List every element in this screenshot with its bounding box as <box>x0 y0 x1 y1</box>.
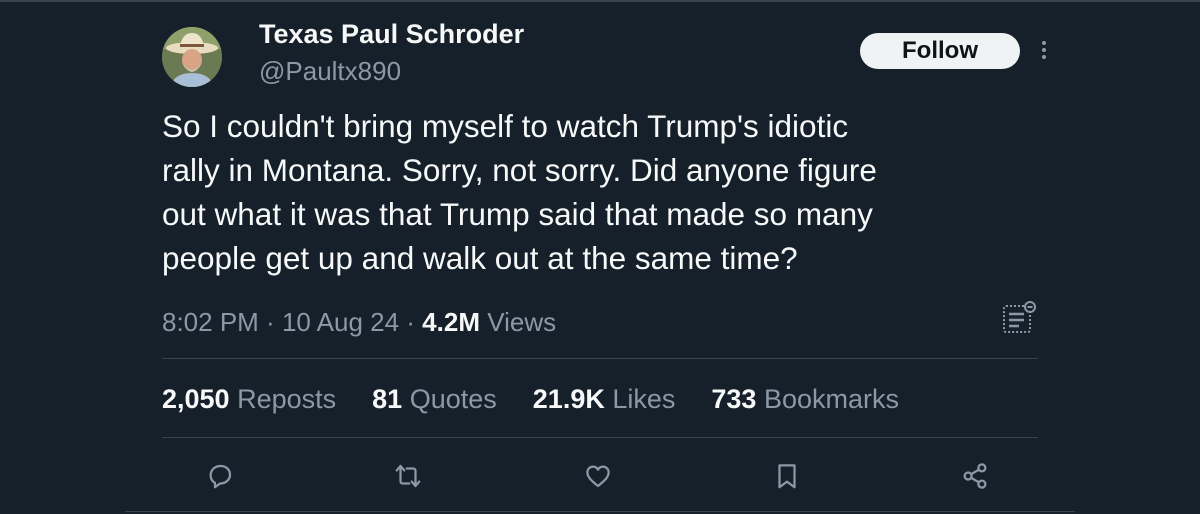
bookmarks-label: Bookmarks <box>763 384 900 414</box>
author-name[interactable]: Texas Paul Schroder <box>259 19 524 50</box>
divider <box>162 437 1038 438</box>
bottom-border <box>125 511 1075 512</box>
tweet-time[interactable]: 8:02 PM <box>162 307 259 337</box>
likes-stat[interactable]: 21.9K Likes <box>533 384 676 415</box>
more-options-icon[interactable] <box>1030 34 1058 66</box>
avatar[interactable] <box>162 27 222 87</box>
engagement-stats: 2,050 Reposts 81 Quotes 21.9K Likes 733 … <box>162 384 899 415</box>
quotes-stat[interactable]: 81 Quotes <box>372 384 497 415</box>
divider <box>162 358 1038 359</box>
follow-button[interactable]: Follow <box>860 33 1020 69</box>
reposts-stat[interactable]: 2,050 Reposts <box>162 384 336 415</box>
separator-dot: · <box>258 307 282 337</box>
top-border <box>0 0 1200 2</box>
bookmarks-stat[interactable]: 733 Bookmarks <box>711 384 899 415</box>
quotes-label: Quotes <box>409 384 497 414</box>
quotes-count: 81 <box>372 384 403 414</box>
views-count: 4.2M <box>422 307 480 337</box>
tweet-metadata: 8:02 PM · 10 Aug 24 · 4.2M Views <box>162 307 556 338</box>
like-icon[interactable] <box>580 458 616 494</box>
analytics-icon[interactable] <box>1000 298 1040 338</box>
likes-count: 21.9K <box>532 384 605 414</box>
share-icon[interactable] <box>957 458 993 494</box>
avatar-image <box>162 27 222 87</box>
author-handle[interactable]: @Paultx890 <box>259 56 401 87</box>
bookmark-icon[interactable] <box>769 458 805 494</box>
likes-label: Likes <box>612 384 676 414</box>
repost-icon[interactable] <box>390 458 426 494</box>
bookmarks-count: 733 <box>711 384 757 414</box>
reposts-count: 2,050 <box>162 384 230 414</box>
reply-icon[interactable] <box>202 458 238 494</box>
tweet-date[interactable]: 10 Aug 24 <box>282 307 399 337</box>
separator-dot: · <box>399 307 423 337</box>
views-label: Views <box>487 307 557 337</box>
reposts-label: Reposts <box>237 384 337 414</box>
tweet-text: So I couldn't bring myself to watch Trum… <box>162 108 877 276</box>
